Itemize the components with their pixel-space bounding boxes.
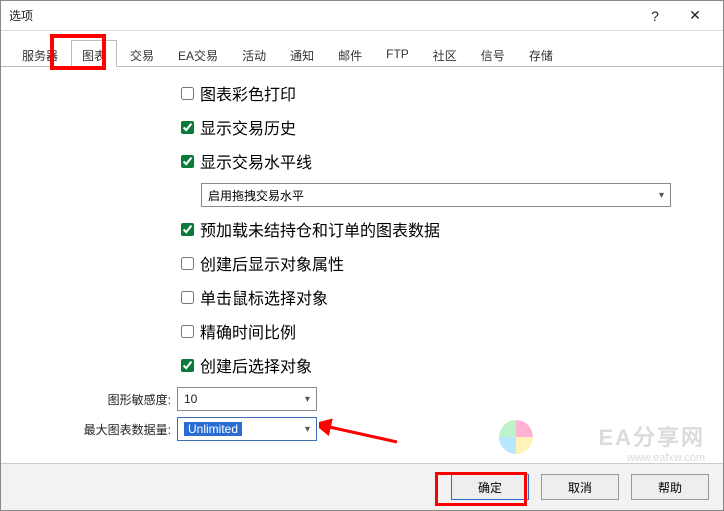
label-obj-props: 创建后显示对象属性 [200, 251, 344, 275]
window-title: 选项 [9, 7, 635, 24]
dialog-body: 图表彩色打印 显示交易历史 显示交易水平线 启用拖拽交易水平 ▾ 预加载未结持仓… [1, 67, 723, 463]
label-sensitivity: 图形敏感度: [31, 391, 171, 408]
titlebar: 选项 ? ✕ [1, 1, 723, 31]
checkbox-single-click[interactable] [181, 291, 194, 304]
tab-trade[interactable]: 交易 [119, 40, 165, 67]
ok-button[interactable]: 确定 [451, 474, 529, 500]
tab-signal[interactable]: 信号 [470, 40, 516, 67]
checkbox-obj-props[interactable] [181, 257, 194, 270]
combo-drag-value: 启用拖拽交易水平 [208, 187, 304, 204]
tab-activity[interactable]: 活动 [231, 40, 277, 67]
label-preload: 预加载未结持仓和订单的图表数据 [200, 217, 440, 241]
chevron-down-icon: ▾ [305, 424, 310, 435]
tab-ea[interactable]: EA交易 [167, 40, 229, 67]
combo-sensitivity[interactable]: 10 ▾ [177, 387, 317, 411]
combo-sensitivity-value: 10 [184, 392, 197, 406]
label-precise-time: 精确时间比例 [200, 319, 296, 343]
tab-notify[interactable]: 通知 [279, 40, 325, 67]
checkbox-preload[interactable] [181, 223, 194, 236]
options-dialog: 选项 ? ✕ 服务器 图表 交易 EA交易 活动 通知 邮件 FTP 社区 信号… [0, 0, 724, 511]
checkbox-trade-history[interactable] [181, 121, 194, 134]
help-button[interactable]: 帮助 [631, 474, 709, 500]
tab-storage[interactable]: 存储 [518, 40, 564, 67]
tab-ftp[interactable]: FTP [375, 40, 420, 67]
combo-maxdata-value: Unlimited [184, 422, 242, 436]
checkbox-trade-levels[interactable] [181, 155, 194, 168]
chevron-down-icon: ▾ [305, 394, 310, 405]
help-icon[interactable]: ? [635, 1, 675, 31]
combo-drag-trade-levels[interactable]: 启用拖拽交易水平 ▾ [201, 183, 671, 207]
close-icon[interactable]: ✕ [675, 1, 715, 31]
tab-server[interactable]: 服务器 [11, 40, 69, 67]
chevron-down-icon: ▾ [659, 190, 664, 201]
label-trade-levels: 显示交易水平线 [200, 149, 312, 173]
tab-strip: 服务器 图表 交易 EA交易 活动 通知 邮件 FTP 社区 信号 存储 [1, 31, 723, 67]
combo-maxdata[interactable]: Unlimited ▾ [177, 417, 317, 441]
cancel-button[interactable]: 取消 [541, 474, 619, 500]
label-color-print: 图表彩色打印 [200, 81, 296, 105]
label-maxdata: 最大图表数据量: [31, 421, 171, 438]
tab-chart[interactable]: 图表 [71, 40, 117, 67]
label-select-after: 创建后选择对象 [200, 353, 312, 377]
tab-mail[interactable]: 邮件 [327, 40, 373, 67]
tab-community[interactable]: 社区 [422, 40, 468, 67]
checkbox-precise-time[interactable] [181, 325, 194, 338]
label-trade-history: 显示交易历史 [200, 115, 296, 139]
label-single-click: 单击鼠标选择对象 [200, 285, 328, 309]
checkbox-color-print[interactable] [181, 87, 194, 100]
dialog-footer: 确定 取消 帮助 [1, 463, 723, 510]
checkbox-select-after[interactable] [181, 359, 194, 372]
